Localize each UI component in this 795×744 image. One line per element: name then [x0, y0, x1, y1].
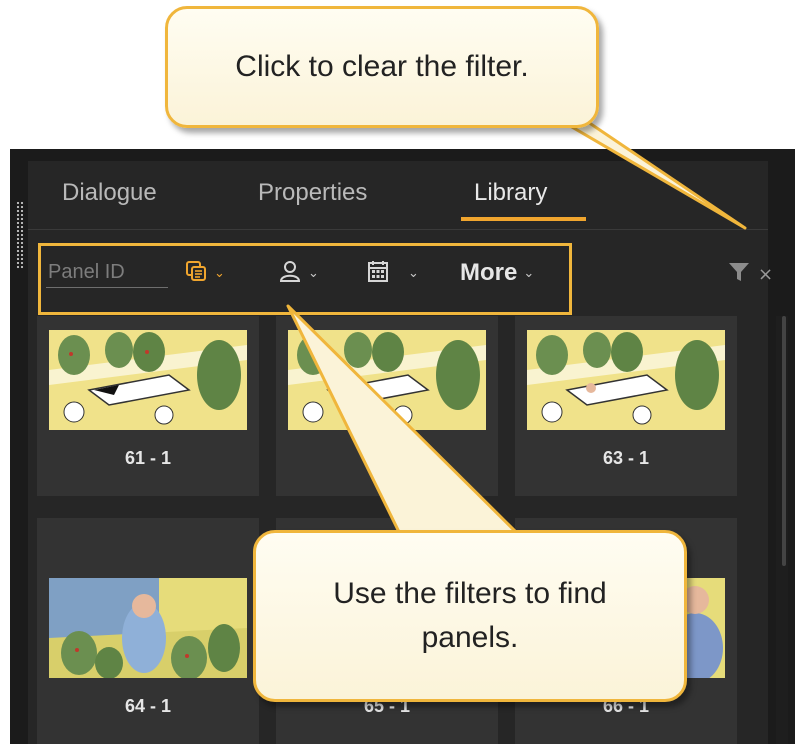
more-label: More	[460, 259, 518, 286]
clear-filter-button[interactable]: ×	[728, 261, 773, 287]
date-filter-button[interactable]: ⌄	[366, 255, 419, 291]
chevron-down-icon: ⌄	[308, 265, 319, 281]
filter-bar: ⌄ ⌄	[28, 231, 773, 315]
chevron-down-icon: ⌄	[408, 265, 419, 281]
user-filter-button[interactable]: ⌄	[278, 255, 319, 291]
callout-text-line2: panels.	[421, 621, 519, 654]
panels-icon	[184, 259, 208, 287]
callout-text: Click to clear the filter.	[235, 50, 529, 83]
thumbnail-label: 63 - 1	[602, 448, 650, 468]
panel-type-filter-button[interactable]: ⌄	[184, 255, 225, 291]
panel-thumbnail-image	[288, 330, 486, 430]
scrollbar-thumb[interactable]	[782, 316, 786, 566]
thumbnail-label: 64 - 1	[124, 696, 172, 716]
thumbnail-label: 61 - 1	[124, 448, 172, 468]
panel-id-input[interactable]	[46, 257, 168, 288]
callout-text-line1: Use the filters to find	[333, 577, 607, 610]
thumbnail-card[interactable]: 63 - 1	[515, 316, 737, 496]
filter-funnel-icon	[728, 261, 750, 287]
thumbnail-card[interactable]: 62 - 1	[276, 316, 498, 496]
user-icon	[278, 259, 302, 287]
calendar-icon	[366, 259, 390, 287]
active-tab-indicator	[461, 217, 586, 221]
chevron-down-icon: ⌄	[523, 265, 535, 281]
thumbnail-label: 62 - 1	[363, 448, 411, 468]
panel-thumbnail-image	[49, 330, 247, 430]
tab-library[interactable]: Library	[474, 179, 547, 207]
panel-thumbnail-image	[49, 578, 247, 678]
chevron-down-icon: ⌄	[214, 265, 225, 281]
more-filters-button[interactable]: More ⌄	[460, 255, 534, 291]
panel-thumbnail-image	[527, 330, 725, 430]
callout-use-filters: Use the filters to find panels.	[253, 530, 687, 702]
callout-clear-filter: Click to clear the filter.	[165, 6, 599, 128]
thumbnail-card[interactable]: 61 - 1	[37, 316, 259, 496]
panel-drag-handle[interactable]	[16, 201, 24, 269]
tab-dialogue[interactable]: Dialogue	[62, 179, 157, 207]
tab-properties[interactable]: Properties	[258, 179, 367, 207]
tab-bar: Dialogue Properties Library	[28, 161, 768, 230]
close-icon: ×	[758, 263, 774, 285]
thumbnail-card[interactable]: 64 - 1	[37, 518, 259, 744]
tab-divider	[28, 229, 768, 230]
